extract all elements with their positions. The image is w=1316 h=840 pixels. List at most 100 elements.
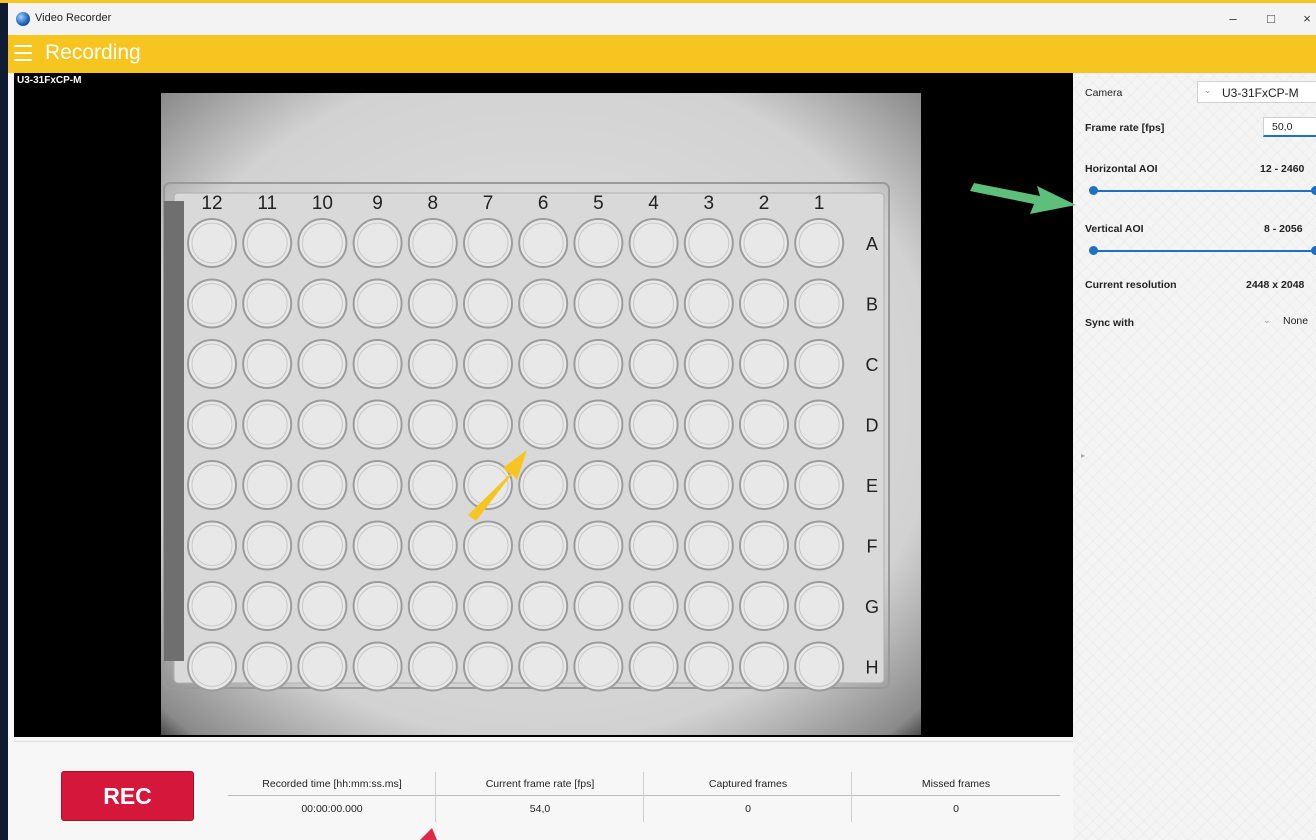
plate-well [407, 399, 458, 450]
stat-recorded-time: Recorded time [hh:mm:ss.ms] 00:00:00.000 [228, 772, 436, 816]
slider-track [1093, 250, 1314, 252]
plate-well [573, 641, 624, 692]
plate-well [739, 339, 789, 389]
plate-well [352, 581, 403, 631]
plate-well [628, 399, 679, 450]
plate-well [187, 399, 237, 450]
plate-well [794, 399, 845, 450]
plate-well [518, 218, 569, 268]
plate-well [628, 581, 679, 631]
sync-select[interactable]: ⌄ None [1259, 311, 1316, 333]
plate-well [628, 218, 679, 268]
camera-select-value: U3-31FxCP-M [1222, 86, 1299, 100]
plate-column-number: 9 [372, 193, 383, 214]
plate-well [518, 399, 569, 450]
plate-well [187, 278, 237, 329]
plate-well [352, 399, 403, 450]
plate-well [518, 460, 569, 510]
plate-well [794, 581, 845, 631]
panel-resize-grip[interactable]: ▸ [1081, 451, 1085, 460]
slider-min-thumb[interactable] [1089, 246, 1098, 255]
plate-row-letter: A [866, 234, 878, 254]
stat-header: Current frame rate [fps] [485, 778, 595, 790]
slider-min-thumb[interactable] [1089, 186, 1098, 195]
stat-header: Captured frames [708, 778, 788, 790]
plate-well [407, 218, 458, 268]
plate-well [463, 460, 513, 510]
plate-well [242, 339, 293, 389]
stat-header: Missed frames [921, 778, 991, 790]
hamburger-menu-icon[interactable] [14, 45, 32, 61]
plate-well [683, 339, 734, 389]
plate-row-letter: C [866, 355, 879, 375]
plate-well [463, 218, 513, 268]
plate-well [352, 218, 403, 268]
maximize-button[interactable]: □ [1256, 8, 1286, 30]
plate-well [573, 339, 624, 389]
plate-well [297, 399, 348, 450]
sync-select-value: None [1283, 315, 1309, 327]
vertical-aoi-slider[interactable] [1089, 246, 1316, 256]
horizontal-aoi-slider[interactable] [1089, 186, 1316, 196]
plate-well [518, 520, 569, 571]
stat-value: 00:00:00.000 [301, 803, 363, 815]
plate-well [573, 218, 624, 268]
plate-well [739, 641, 789, 692]
plate-well [794, 460, 845, 510]
plate-column-number: 10 [312, 193, 333, 214]
well-plate-image: 12 11 10 9 8 7 6 5 4 3 2 1 A B C D E F G H [161, 93, 921, 735]
frame-rate-label: Frame rate [fps] [1085, 122, 1165, 134]
app-window: Video Recorder – □ × Recording 12 11 10 … [8, 3, 1316, 840]
plate-well [463, 399, 513, 450]
plate-well [187, 460, 237, 510]
plate-well [187, 520, 237, 571]
frame-rate-value: 50,0 [1272, 121, 1293, 133]
plate-column-number: 7 [483, 193, 494, 214]
recording-controls: REC Recorded time [hh:mm:ss.ms] 00:00:00… [8, 742, 1073, 840]
plate-well [628, 339, 679, 389]
plate-well [739, 460, 789, 510]
plate-well [683, 520, 734, 571]
plate-well [407, 339, 458, 389]
plate-well [407, 520, 458, 571]
plate-well [628, 520, 679, 571]
camera-select[interactable]: ⌄ U3-31FxCP-M [1197, 81, 1316, 103]
plate-row-letter: E [866, 476, 878, 496]
chevron-down-icon: ⌄ [1263, 315, 1271, 325]
plate-well [518, 339, 569, 389]
plate-well [463, 520, 513, 571]
close-button[interactable]: × [1292, 8, 1316, 30]
stat-captured-frames: Captured frames 0 [644, 772, 852, 816]
plate-well [242, 460, 293, 510]
plate-well [573, 581, 624, 631]
plate-well [739, 278, 789, 329]
horizontal-aoi-value: 12 - 2460 [1260, 163, 1305, 175]
plate-well [628, 278, 679, 329]
plate-well [297, 339, 348, 389]
horizontal-aoi-label: Horizontal AOI [1085, 163, 1158, 175]
record-button[interactable]: REC [61, 771, 194, 821]
plate-well [242, 641, 293, 692]
plate-row-letter: F [867, 537, 878, 557]
plate-well [794, 520, 845, 571]
video-preview[interactable]: 12 11 10 9 8 7 6 5 4 3 2 1 A B C D E F G H U3-31FxCP-M [14, 73, 1073, 737]
plate-well [683, 218, 734, 268]
plate-column-number: 6 [538, 193, 549, 214]
camera-label: Camera [1085, 87, 1123, 99]
plate-column-number: 11 [257, 193, 277, 214]
plate-well [518, 641, 569, 692]
plate-well [573, 399, 624, 450]
plate-well [407, 581, 458, 631]
plate-well [242, 399, 293, 450]
slider-max-thumb[interactable] [1311, 186, 1316, 195]
slider-max-thumb[interactable] [1311, 246, 1316, 255]
plate-well [407, 460, 458, 510]
minimize-button[interactable]: – [1218, 8, 1248, 30]
plate-well [297, 581, 348, 631]
frame-rate-input[interactable]: 50,0 [1263, 117, 1316, 137]
plate-well [628, 460, 679, 510]
plate-well [242, 520, 293, 571]
plate-row-letter: G [865, 597, 879, 617]
vertical-aoi-label: Vertical AOI [1085, 223, 1144, 235]
plate-column-number: 2 [759, 193, 770, 214]
